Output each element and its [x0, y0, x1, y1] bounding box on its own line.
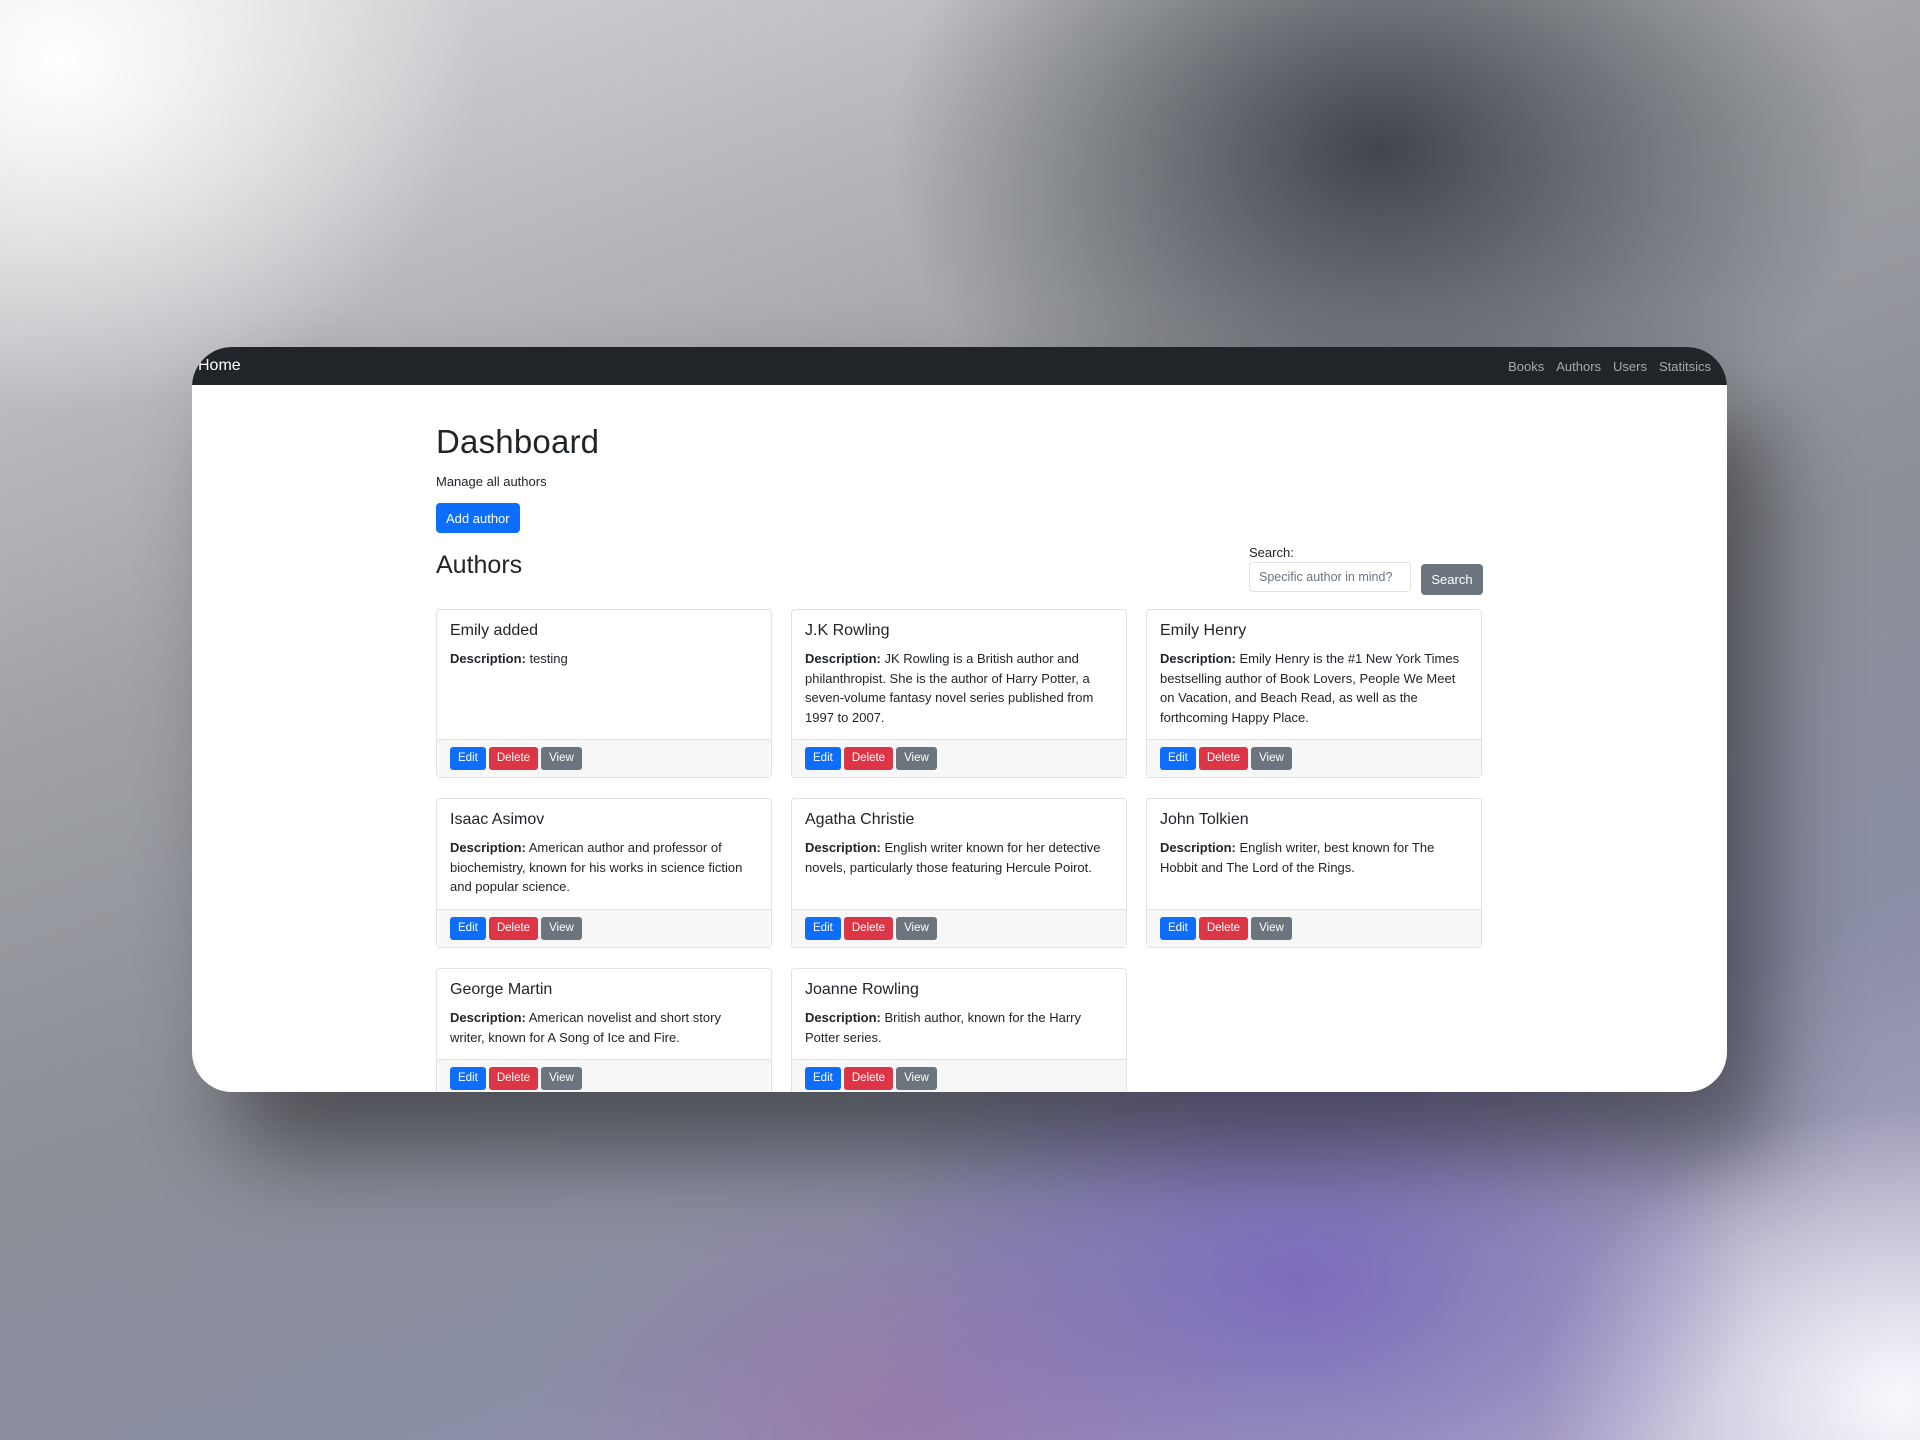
- main-content: Dashboard Manage all authors Add author …: [436, 385, 1484, 1092]
- card-body: Emily added Description: testing: [437, 610, 771, 739]
- card-footer: Edit Delete View: [792, 1059, 1126, 1092]
- edit-button[interactable]: Edit: [1160, 917, 1196, 940]
- author-name: Joanne Rowling: [805, 981, 919, 998]
- view-button[interactable]: View: [896, 747, 937, 770]
- author-description: Description: English writer, best known …: [1160, 838, 1468, 877]
- card-footer: Edit Delete View: [792, 739, 1126, 777]
- author-description: Description: testing: [450, 649, 758, 669]
- description-label: Description:: [450, 840, 526, 855]
- author-card: Agatha Christie Description: English wri…: [791, 798, 1127, 948]
- author-description: Description: English writer known for he…: [805, 838, 1113, 877]
- view-button[interactable]: View: [541, 747, 582, 770]
- author-name: Isaac Asimov: [450, 811, 545, 828]
- author-card: J.K Rowling Description: JK Rowling is a…: [791, 609, 1127, 778]
- authors-header-row: Authors Search: Search: [436, 545, 1484, 605]
- card-body: John Tolkien Description: English writer…: [1147, 799, 1481, 909]
- nav-link-authors[interactable]: Authors: [1556, 359, 1601, 374]
- add-author-button[interactable]: Add author: [436, 503, 520, 533]
- card-body: J.K Rowling Description: JK Rowling is a…: [792, 610, 1126, 739]
- author-description: Description: American author and profess…: [450, 838, 758, 897]
- search-button[interactable]: Search: [1421, 564, 1483, 595]
- nav-link-users[interactable]: Users: [1613, 359, 1647, 374]
- view-button[interactable]: View: [541, 917, 582, 940]
- delete-button[interactable]: Delete: [843, 917, 894, 940]
- search-input[interactable]: [1249, 562, 1411, 592]
- author-card: Emily Henry Description: Emily Henry is …: [1146, 609, 1482, 778]
- delete-button[interactable]: Delete: [488, 1067, 539, 1090]
- nav-links: Books Authors Users Statitsics: [1508, 359, 1711, 374]
- delete-button[interactable]: Delete: [488, 917, 539, 940]
- edit-button[interactable]: Edit: [805, 917, 841, 940]
- view-button[interactable]: View: [1251, 747, 1292, 770]
- delete-button[interactable]: Delete: [1198, 747, 1249, 770]
- brand-home-link[interactable]: Home: [198, 357, 241, 375]
- page-subtitle: Manage all authors: [436, 474, 547, 489]
- author-card: Emily added Description: testing Edit De…: [436, 609, 772, 778]
- delete-button[interactable]: Delete: [1198, 917, 1249, 940]
- card-body: Agatha Christie Description: English wri…: [792, 799, 1126, 909]
- author-name: Emily Henry: [1160, 622, 1247, 639]
- description-text: testing: [529, 651, 568, 666]
- card-footer: Edit Delete View: [437, 1059, 771, 1092]
- author-name: John Tolkien: [1160, 811, 1249, 828]
- author-description: Description: JK Rowling is a British aut…: [805, 649, 1113, 727]
- view-button[interactable]: View: [896, 1067, 937, 1090]
- author-description: Description: American novelist and short…: [450, 1008, 758, 1047]
- author-card: Joanne Rowling Description: British auth…: [791, 968, 1127, 1092]
- edit-button[interactable]: Edit: [450, 917, 486, 940]
- delete-button[interactable]: Delete: [488, 747, 539, 770]
- description-label: Description:: [805, 651, 881, 666]
- view-button[interactable]: View: [541, 1067, 582, 1090]
- card-footer: Edit Delete View: [437, 739, 771, 777]
- navbar: Home Books Authors Users Statitsics: [192, 347, 1727, 385]
- description-label: Description:: [805, 1010, 881, 1025]
- edit-button[interactable]: Edit: [805, 1067, 841, 1090]
- author-name: J.K Rowling: [805, 622, 890, 639]
- authors-grid: Emily added Description: testing Edit De…: [436, 609, 1484, 1092]
- search-form: Search: Search: [1249, 545, 1484, 597]
- author-card: John Tolkien Description: English writer…: [1146, 798, 1482, 948]
- card-body: Joanne Rowling Description: British auth…: [792, 969, 1126, 1059]
- card-body: Emily Henry Description: Emily Henry is …: [1147, 610, 1481, 739]
- description-label: Description:: [450, 651, 526, 666]
- edit-button[interactable]: Edit: [450, 1067, 486, 1090]
- view-button[interactable]: View: [1251, 917, 1292, 940]
- view-button[interactable]: View: [896, 917, 937, 940]
- card-footer: Edit Delete View: [1147, 739, 1481, 777]
- browser-window: Home Books Authors Users Statitsics Dash…: [192, 347, 1727, 1092]
- author-card: Isaac Asimov Description: American autho…: [436, 798, 772, 948]
- card-footer: Edit Delete View: [1147, 909, 1481, 947]
- author-name: George Martin: [450, 981, 553, 998]
- edit-button[interactable]: Edit: [805, 747, 841, 770]
- page-title: Dashboard: [436, 423, 600, 460]
- search-label: Search:: [1249, 545, 1294, 560]
- author-description: Description: Emily Henry is the #1 New Y…: [1160, 649, 1468, 727]
- author-description: Description: British author, known for t…: [805, 1008, 1113, 1047]
- author-card: George Martin Description: American nove…: [436, 968, 772, 1092]
- delete-button[interactable]: Delete: [843, 747, 894, 770]
- description-label: Description:: [450, 1010, 526, 1025]
- card-footer: Edit Delete View: [792, 909, 1126, 947]
- author-name: Agatha Christie: [805, 811, 915, 828]
- author-name: Emily added: [450, 622, 539, 639]
- card-footer: Edit Delete View: [437, 909, 771, 947]
- card-body: George Martin Description: American nove…: [437, 969, 771, 1059]
- description-label: Description:: [1160, 840, 1236, 855]
- description-label: Description:: [1160, 651, 1236, 666]
- edit-button[interactable]: Edit: [450, 747, 486, 770]
- nav-link-books[interactable]: Books: [1508, 359, 1544, 374]
- authors-section-title: Authors: [436, 551, 523, 579]
- card-body: Isaac Asimov Description: American autho…: [437, 799, 771, 909]
- delete-button[interactable]: Delete: [843, 1067, 894, 1090]
- nav-link-statistics[interactable]: Statitsics: [1659, 359, 1711, 374]
- description-label: Description:: [805, 840, 881, 855]
- edit-button[interactable]: Edit: [1160, 747, 1196, 770]
